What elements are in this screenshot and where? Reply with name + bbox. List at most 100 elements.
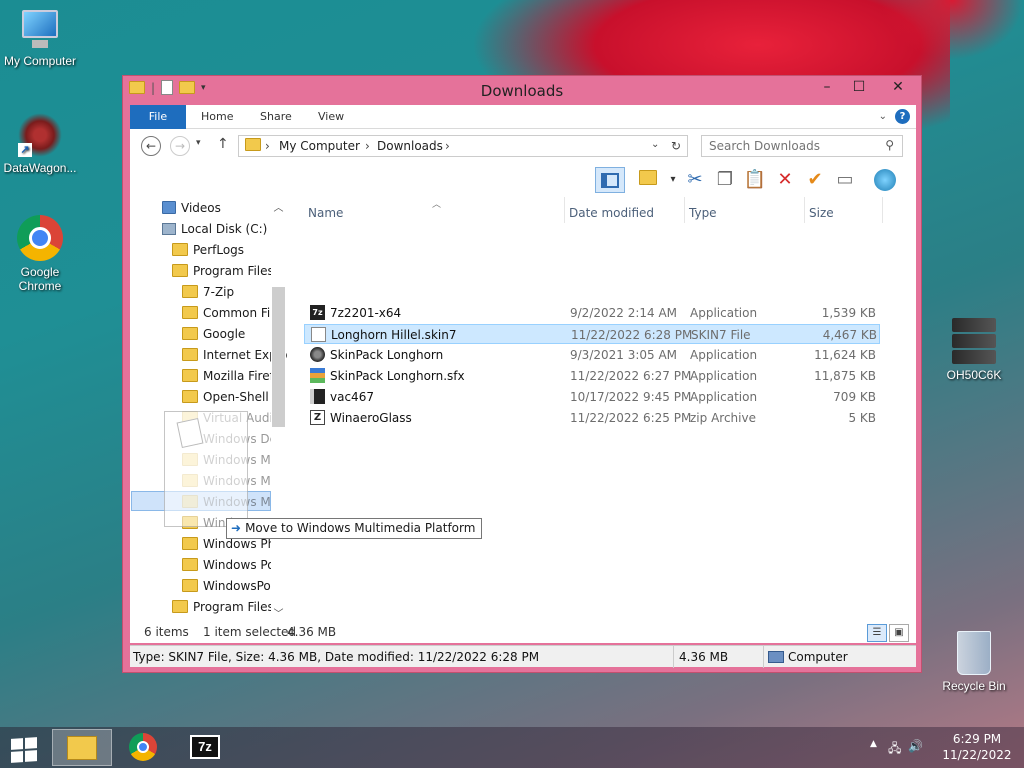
scrollbar-thumb[interactable]	[272, 287, 285, 427]
back-button[interactable]: ←	[141, 136, 161, 156]
file-size: 4,467 KB	[822, 328, 877, 342]
address-row: ← → ▾ ↑ › My Computer › Downloads › ⌄ ↻ …	[130, 129, 916, 163]
selection-count: 1 item selected	[203, 625, 297, 639]
start-button[interactable]	[0, 729, 48, 766]
breadcrumb-my-computer[interactable]: My Computer	[279, 139, 360, 153]
tree-item-program-files-x86[interactable]: Program Files (	[172, 596, 282, 617]
tree-item-label: Local Disk (C:)	[181, 221, 268, 236]
file-row[interactable]: SkinPack Longhorn.sfx 11/22/2022 6:27 PM…	[304, 366, 880, 386]
search-input[interactable]	[709, 136, 879, 156]
divider	[673, 646, 674, 668]
column-header-date[interactable]: Date modified	[569, 206, 654, 220]
desktop-icon-my-computer[interactable]: My Computer	[0, 10, 80, 68]
preview-pane-icon[interactable]	[595, 167, 625, 193]
shell-icon[interactable]	[872, 167, 898, 193]
tree-item-windowspowershell[interactable]: WindowsPow	[182, 575, 281, 596]
paste-icon[interactable]: 📋	[742, 167, 768, 193]
address-dropdown-icon[interactable]: ⌄	[651, 139, 659, 150]
volume-icon[interactable]: 🔊	[908, 739, 923, 753]
large-icons-view-icon[interactable]: ▣	[889, 624, 909, 642]
computer-icon	[768, 651, 784, 663]
column-divider[interactable]	[882, 197, 883, 223]
tab-share[interactable]: Share	[260, 105, 292, 129]
column-divider[interactable]	[564, 197, 565, 223]
taskbar-explorer-button[interactable]	[52, 729, 112, 766]
tab-file[interactable]: File	[130, 105, 186, 129]
tree-item-perflogs[interactable]: PerfLogs	[172, 239, 244, 260]
recent-locations-icon[interactable]: ▾	[196, 138, 201, 148]
tree-item-program-files[interactable]: Program Files	[172, 260, 274, 281]
folder-icon	[245, 138, 261, 151]
file-type: SKIN7 File	[691, 328, 751, 342]
command-toolbar: ▾ ✂ ❐ 📋 ✕ ✔ ▭	[130, 163, 916, 197]
refresh-icon[interactable]: ↻	[671, 139, 681, 153]
forward-button[interactable]: →	[170, 136, 190, 156]
file-type: Application	[690, 390, 758, 404]
column-header-name[interactable]: Name	[308, 206, 343, 220]
column-divider[interactable]	[804, 197, 805, 223]
desktop-icon-recycle-bin[interactable]: Recycle Bin	[934, 631, 1014, 693]
network-icon[interactable]: 🖧	[888, 739, 901, 760]
windows-start-icon	[11, 737, 37, 763]
tree-item-7zip[interactable]: 7-Zip	[182, 281, 234, 302]
taskbar-chrome-button[interactable]	[114, 729, 174, 766]
minimize-button[interactable]: –	[811, 76, 843, 98]
desktop-icon-datawagon[interactable]: ↗ DataWagon...	[0, 113, 80, 175]
column-divider[interactable]	[684, 197, 685, 223]
search-icon[interactable]: ⚲	[885, 138, 894, 152]
file-row-selected[interactable]: Longhorn Hillel.skin7 11/22/2022 6:28 PM…	[304, 324, 880, 344]
datawagon-icon: ↗	[18, 113, 62, 157]
tree-item-local-disk[interactable]: Local Disk (C:)	[162, 218, 267, 239]
delete-icon[interactable]: ✕	[772, 167, 798, 193]
breadcrumb-downloads[interactable]: Downloads	[377, 139, 443, 153]
explorer-window: | ▾ Downloads – ☐ ✕ File Home Share View…	[122, 75, 922, 673]
column-header-size[interactable]: Size	[809, 206, 834, 220]
tree-item-google[interactable]: Google	[182, 323, 245, 344]
scroll-up-icon[interactable]: ︿	[271, 199, 286, 214]
drag-drop-tooltip: ➜ Move to Windows Multimedia Platform	[226, 518, 483, 539]
file-row[interactable]: 7z 7z2201-x64 9/2/2022 2:14 AM Applicati…	[304, 303, 880, 323]
file-row[interactable]: SkinPack Longhorn 9/3/2021 3:05 AM Appli…	[304, 345, 880, 365]
help-icon[interactable]: ?	[895, 109, 910, 124]
cut-icon[interactable]: ✂	[682, 167, 708, 193]
desktop-icon-label: My Computer	[3, 54, 77, 68]
expand-ribbon-icon[interactable]: ⌄	[879, 111, 887, 122]
desktop-icon-oh50c6k[interactable]: OH50C6K	[934, 318, 1014, 382]
tree-item-videos[interactable]: Videos	[162, 197, 221, 218]
desktop-icon-chrome[interactable]: Google Chrome	[0, 215, 80, 293]
close-button[interactable]: ✕	[875, 76, 921, 98]
scroll-down-icon[interactable]: ﹀	[271, 605, 286, 620]
show-hidden-icons-icon[interactable]: ▲	[870, 739, 877, 749]
tree-item-mozilla-firefox[interactable]: Mozilla Firefc	[182, 365, 280, 386]
properties-icon[interactable]: ▭	[832, 167, 858, 193]
maximize-button[interactable]: ☐	[843, 76, 875, 98]
column-header-type[interactable]: Type	[689, 206, 717, 220]
computer-icon	[18, 10, 62, 50]
tab-view[interactable]: View	[318, 105, 344, 129]
clock[interactable]: 6:29 PM 11/22/2022	[942, 731, 1012, 763]
address-bar[interactable]: › My Computer › Downloads › ⌄ ↻	[238, 135, 688, 157]
details-view-icon[interactable]: ☰	[867, 624, 887, 642]
move-to-folder-icon[interactable]	[635, 167, 661, 193]
details-info: Type: SKIN7 File, Size: 4.36 MB, Date mo…	[133, 650, 540, 664]
tab-home[interactable]: Home	[201, 105, 233, 129]
rename-icon[interactable]: ✔	[802, 167, 828, 193]
file-name: vac467	[330, 390, 374, 404]
tree-item-windows-portable[interactable]: Windows Por	[182, 554, 279, 575]
desktop-icon-label: DataWagon...	[3, 161, 77, 175]
file-row[interactable]: vac467 10/17/2022 9:45 PM Application 70…	[304, 387, 880, 407]
file-row[interactable]: Z WinaeroGlass 11/22/2022 6:25 PM zip Ar…	[304, 408, 880, 428]
search-box[interactable]: ⚲	[701, 135, 903, 157]
file-type: Application	[690, 348, 758, 362]
navigation-scrollbar[interactable]: ︿ ﹀	[271, 197, 286, 621]
recycle-bin-icon	[957, 631, 991, 675]
copy-icon[interactable]: ❐	[712, 167, 738, 193]
up-button[interactable]: ↑	[217, 136, 229, 152]
tree-item-common-files[interactable]: Common File	[182, 302, 281, 323]
details-size: 4.36 MB	[679, 650, 729, 664]
taskbar-7zip-button[interactable]: 7z	[176, 729, 236, 766]
tree-item-label: Videos	[181, 200, 221, 215]
title-bar[interactable]: | ▾ Downloads – ☐ ✕	[123, 76, 921, 103]
tree-item-open-shell[interactable]: Open-Shell	[182, 386, 269, 407]
tree-item-label: Windows Por	[203, 557, 280, 572]
